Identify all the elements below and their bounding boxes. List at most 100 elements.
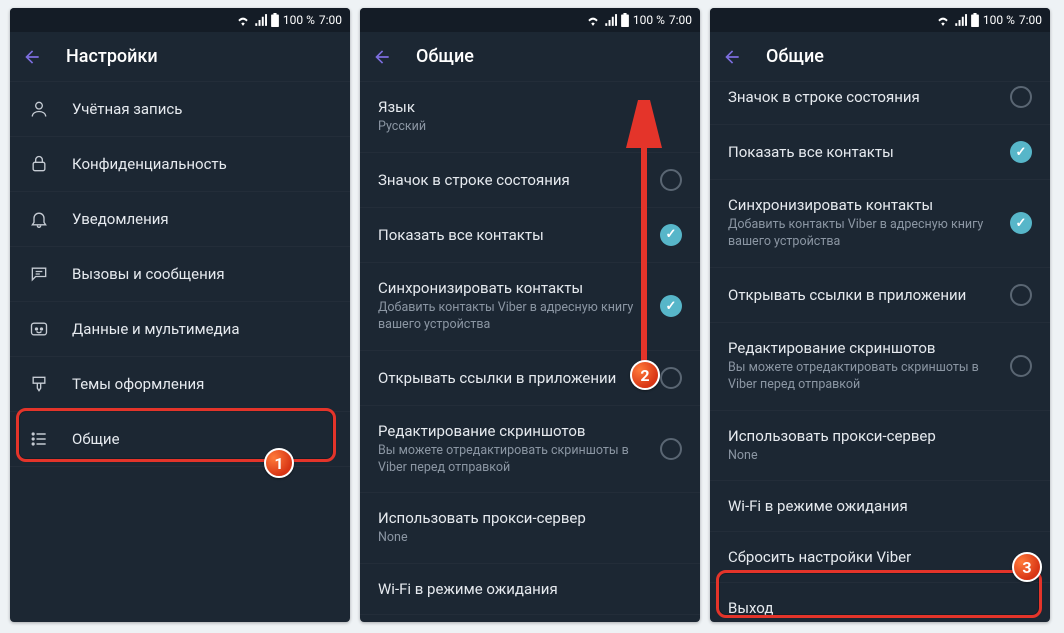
back-icon[interactable] bbox=[372, 47, 392, 67]
battery-percent: 100 % bbox=[983, 13, 1015, 27]
brush-icon bbox=[28, 373, 50, 395]
settings-item-privacy[interactable]: Конфиденциальность bbox=[10, 137, 350, 192]
battery-percent: 100 % bbox=[283, 13, 315, 27]
radio-on[interactable] bbox=[660, 295, 682, 317]
label: Сбросить настройки Viber bbox=[728, 548, 1032, 566]
item-open-links[interactable]: Открывать ссылки в приложении bbox=[710, 268, 1050, 323]
label: Использовать прокси-сервер bbox=[728, 427, 1032, 445]
battery-percent: 100 % bbox=[633, 13, 665, 27]
screen-general-bottom: 100 % 7:00 Общие Значок в строке состоян… bbox=[710, 8, 1050, 622]
page-title: Настройки bbox=[66, 46, 158, 67]
signal-icon bbox=[954, 14, 967, 26]
sublabel: Добавить контакты Viber в адресную книгу… bbox=[378, 300, 638, 334]
settings-list: Учётная запись Конфиденциальность Уведом… bbox=[10, 82, 350, 622]
settings-item-account[interactable]: Учётная запись bbox=[10, 82, 350, 137]
item-proxy[interactable]: Использовать прокси-сервер None bbox=[360, 493, 700, 564]
item-show-contacts[interactable]: Показать все контакты bbox=[360, 208, 700, 263]
label: Wi-Fi в режиме ожидания bbox=[728, 497, 1032, 515]
radio-off[interactable] bbox=[1010, 355, 1032, 377]
general-list[interactable]: Язык Русский Значок в строке состояния П… bbox=[360, 82, 700, 622]
lock-icon bbox=[28, 153, 50, 175]
screen-settings: 100 % 7:00 Настройки Учётная запись Конф… bbox=[10, 8, 350, 622]
battery-icon bbox=[621, 13, 629, 27]
item-language[interactable]: Язык Русский bbox=[360, 82, 700, 153]
settings-item-media[interactable]: Данные и мультимедиа bbox=[10, 302, 350, 357]
screen-general-top: 100 % 7:00 Общие Язык Русский Значок в с… bbox=[360, 8, 700, 622]
item-reset[interactable]: Сбросить настройки Viber bbox=[360, 615, 700, 622]
radio-off[interactable] bbox=[660, 367, 682, 389]
sublabel: None bbox=[378, 530, 682, 547]
radio-off[interactable] bbox=[660, 438, 682, 460]
back-icon[interactable] bbox=[722, 47, 742, 67]
label: Wi-Fi в режиме ожидания bbox=[378, 580, 682, 598]
user-icon bbox=[28, 98, 50, 120]
label: Вызовы и сообщения bbox=[72, 265, 332, 283]
label: Конфиденциальность bbox=[72, 155, 332, 173]
item-exit[interactable]: Выход bbox=[710, 583, 1050, 622]
wifi-icon bbox=[936, 14, 950, 26]
radio-off[interactable] bbox=[660, 169, 682, 191]
label: Значок в строке состояния bbox=[378, 171, 638, 189]
settings-item-general[interactable]: Общие bbox=[10, 412, 350, 467]
settings-item-themes[interactable]: Темы оформления bbox=[10, 357, 350, 412]
status-bar: 100 % 7:00 bbox=[10, 8, 350, 32]
signal-icon bbox=[604, 14, 617, 26]
label: Данные и мультимедиа bbox=[72, 320, 332, 338]
label: Показать все контакты bbox=[378, 226, 638, 244]
sublabel: None bbox=[728, 448, 1032, 465]
label: Синхронизировать контакты bbox=[378, 279, 638, 297]
label: Значок в строке состояния bbox=[728, 88, 988, 106]
radio-on[interactable] bbox=[660, 224, 682, 246]
app-bar: Общие bbox=[360, 32, 700, 82]
radio-on[interactable] bbox=[1010, 141, 1032, 163]
settings-item-calls[interactable]: Вызовы и сообщения bbox=[10, 247, 350, 302]
label: Использовать прокси-сервер bbox=[378, 509, 682, 527]
label: Общие bbox=[72, 430, 332, 448]
label: Язык bbox=[378, 98, 682, 116]
list-icon bbox=[28, 428, 50, 450]
item-status-icon[interactable]: Значок в строке состояния bbox=[710, 76, 1050, 125]
media-icon bbox=[28, 318, 50, 340]
sublabel: Вы можете отредактировать скриншоты в Vi… bbox=[728, 360, 988, 394]
item-status-icon[interactable]: Значок в строке состояния bbox=[360, 153, 700, 208]
item-screenshots[interactable]: Редактирование скриншотов Вы можете отре… bbox=[360, 406, 700, 494]
battery-icon bbox=[271, 13, 279, 27]
radio-off[interactable] bbox=[1010, 284, 1032, 306]
item-proxy[interactable]: Использовать прокси-сервер None bbox=[710, 411, 1050, 482]
bell-icon bbox=[28, 208, 50, 230]
general-list-scrolled[interactable]: Значок в строке состояния Показать все к… bbox=[710, 76, 1050, 622]
label: Открывать ссылки в приложении bbox=[378, 369, 638, 387]
item-sync-contacts[interactable]: Синхронизировать контакты Добавить конта… bbox=[360, 263, 700, 351]
app-bar: Настройки bbox=[10, 32, 350, 82]
app-bar: Общие bbox=[710, 32, 1050, 82]
page-title: Общие bbox=[416, 46, 474, 67]
label: Учётная запись bbox=[72, 100, 332, 118]
value: Русский bbox=[378, 119, 682, 136]
item-wifi-standby[interactable]: Wi-Fi в режиме ожидания bbox=[710, 481, 1050, 532]
clock-time: 7:00 bbox=[319, 13, 342, 27]
radio-off[interactable] bbox=[1010, 86, 1032, 108]
label: Редактирование скриншотов bbox=[378, 422, 638, 440]
label: Редактирование скриншотов bbox=[728, 339, 988, 357]
item-show-contacts[interactable]: Показать все контакты bbox=[710, 125, 1050, 180]
clock-time: 7:00 bbox=[669, 13, 692, 27]
item-open-links[interactable]: Открывать ссылки в приложении bbox=[360, 351, 700, 406]
label: Открывать ссылки в приложении bbox=[728, 286, 988, 304]
settings-item-notifications[interactable]: Уведомления bbox=[10, 192, 350, 247]
back-icon[interactable] bbox=[22, 47, 42, 67]
signal-icon bbox=[254, 14, 267, 26]
label: Синхронизировать контакты bbox=[728, 196, 988, 214]
radio-on[interactable] bbox=[1010, 212, 1032, 234]
wifi-icon bbox=[586, 14, 600, 26]
item-reset[interactable]: Сбросить настройки Viber bbox=[710, 532, 1050, 583]
clock-time: 7:00 bbox=[1019, 13, 1042, 27]
item-screenshots[interactable]: Редактирование скриншотов Вы можете отре… bbox=[710, 323, 1050, 411]
battery-icon bbox=[971, 13, 979, 27]
page-title: Общие bbox=[766, 46, 824, 67]
label: Темы оформления bbox=[72, 375, 332, 393]
item-wifi-standby[interactable]: Wi-Fi в режиме ожидания bbox=[360, 564, 700, 615]
label: Уведомления bbox=[72, 210, 332, 228]
item-sync-contacts[interactable]: Синхронизировать контакты Добавить конта… bbox=[710, 180, 1050, 268]
chat-icon bbox=[28, 263, 50, 285]
status-bar: 100 % 7:00 bbox=[710, 8, 1050, 32]
